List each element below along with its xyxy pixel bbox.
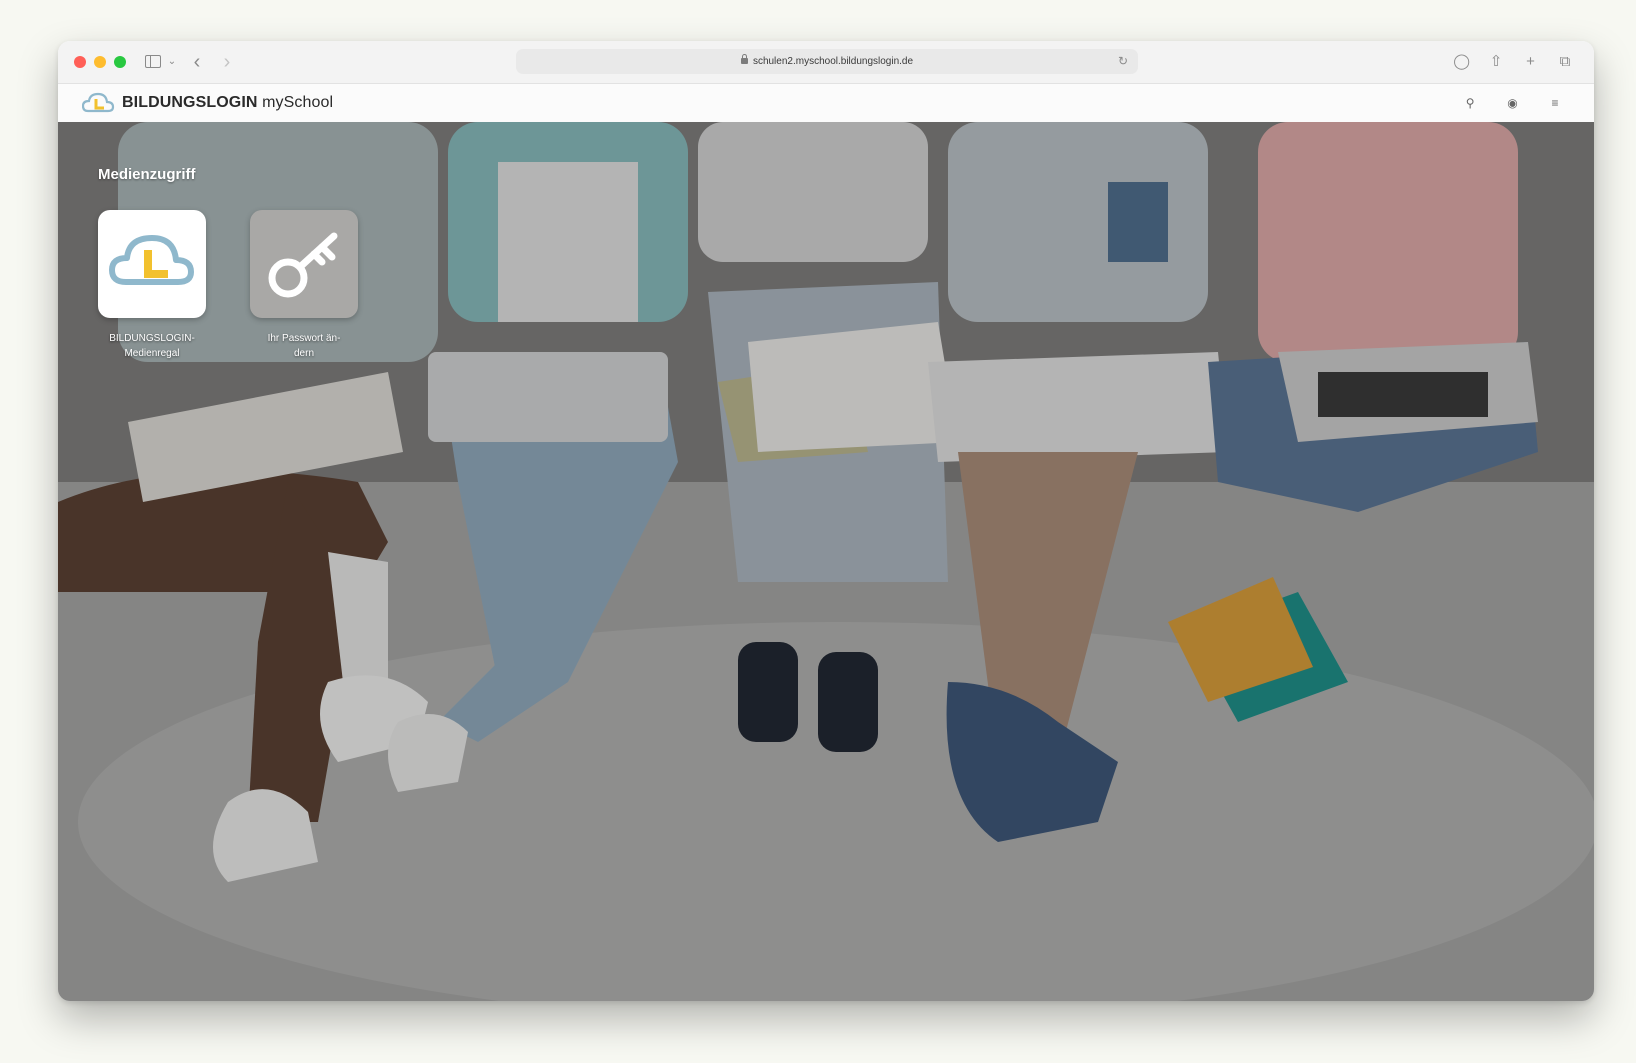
sidebar-toggle-icon[interactable] (142, 50, 164, 74)
zoom-window-button[interactable] (114, 56, 126, 68)
reload-icon[interactable]: ↻ (1118, 49, 1128, 74)
tile-medienregal[interactable] (98, 210, 206, 318)
address-bar[interactable]: schulen2.myschool.bildungslogin.de ↻ (516, 49, 1138, 74)
app-header: BILDUNGSLOGIN mySchool ⚲ ◉ ≡ (58, 84, 1594, 123)
brand-bold: BILDUNGSLOGIN (122, 94, 258, 111)
browser-window: ⌄ ‹ › schulen2.myschool.bildungslogin.de… (58, 41, 1594, 1001)
notifications-icon[interactable]: ◉ (1494, 93, 1532, 113)
tab-overview-icon[interactable]: ⧉ (1550, 50, 1580, 74)
menu-icon[interactable]: ≡ (1536, 93, 1574, 113)
close-window-button[interactable] (74, 56, 86, 68)
tile-medienregal-label[interactable]: BILDUNGSLOGIN- Medienregal (92, 331, 212, 361)
app-header-actions: ⚲ ◉ ≡ (1451, 93, 1574, 113)
lock-icon (740, 54, 748, 64)
share-icon[interactable]: ⇧ (1481, 50, 1511, 74)
browser-toolbar-right: ◯ ⇧ + ⧉ (1447, 50, 1580, 74)
section-title: Medienzugriff (98, 166, 196, 183)
chevron-down-icon[interactable]: ⌄ (166, 50, 178, 74)
app-brand[interactable]: BILDUNGSLOGIN mySchool (122, 94, 333, 112)
tile-change-password-label[interactable]: Ihr Passwort än- dern (244, 331, 364, 361)
tile-change-password[interactable] (250, 210, 358, 318)
search-icon[interactable]: ⚲ (1451, 93, 1489, 113)
privacy-report-icon[interactable]: ◯ (1447, 50, 1477, 74)
minimize-window-button[interactable] (94, 56, 106, 68)
browser-titlebar: ⌄ ‹ › schulen2.myschool.bildungslogin.de… (58, 41, 1594, 84)
tile-label-line: Medienregal (124, 348, 180, 359)
back-icon[interactable]: ‹ (188, 50, 206, 74)
url-text: schulen2.myschool.bildungslogin.de (752, 56, 914, 67)
brand-suffix: mySchool (257, 94, 334, 111)
new-tab-icon[interactable]: + (1516, 50, 1546, 74)
key-icon (268, 232, 338, 298)
portal-content: Medienzugriff BILDUNGSLOGIN- Medienregal… (58, 122, 1594, 1001)
tile-label-line: BILDUNGSLOGIN- (109, 333, 195, 344)
tile-label-line: dern (293, 348, 314, 359)
cloud-logo-icon (109, 235, 194, 285)
tile-label-line: Ihr Passwort än- (267, 333, 341, 344)
forward-icon[interactable]: › (218, 50, 236, 74)
bildungslogin-logo-icon (82, 92, 115, 113)
